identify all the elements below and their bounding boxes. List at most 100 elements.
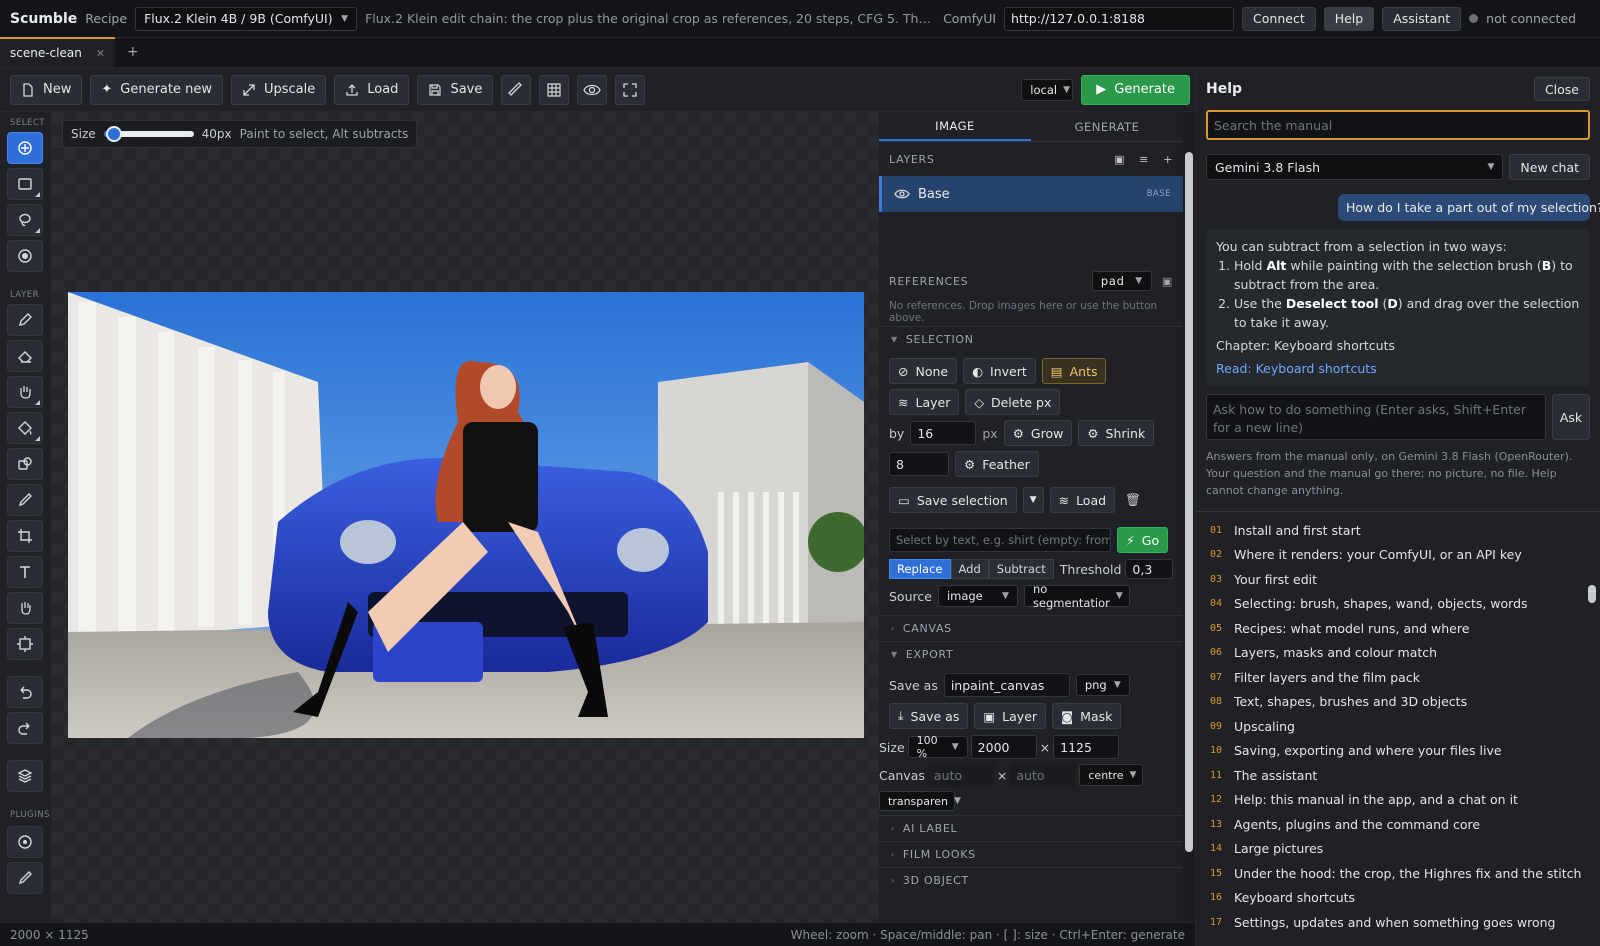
brush-size-slider[interactable] (103, 126, 194, 142)
toc-item[interactable]: 08 Text, shapes, brushes and 3D objects (1196, 690, 1600, 715)
export-mask-button[interactable]: ◙ Mask (1052, 703, 1122, 729)
selection-header[interactable]: ▼ SELECTION (879, 326, 1183, 352)
smudge-tool[interactable] (7, 376, 43, 408)
upscale-button[interactable]: Upscale (230, 74, 327, 105)
film-looks-header[interactable]: › FILM LOOKS (879, 841, 1183, 867)
toc-item[interactable]: 13 Agents, plugins and the command core (1196, 812, 1600, 837)
tab-scene-clean[interactable]: scene-clean ✕ (0, 37, 116, 67)
toc-item[interactable]: 11 The assistant (1196, 763, 1600, 788)
toc-item[interactable]: 17 Settings, updates and when something g… (1196, 910, 1600, 935)
feather-amount-input[interactable]: 8 (889, 452, 949, 476)
mode-add[interactable]: Add (950, 559, 989, 579)
toc-item[interactable]: 03 Your first edit (1196, 567, 1600, 592)
source-select[interactable]: image ▼ (937, 585, 1018, 607)
load-button[interactable]: Load (334, 74, 410, 105)
export-height-input[interactable]: 1125 (1053, 735, 1120, 759)
text-select-input[interactable]: Select by text, e.g. shirt (empty: from … (889, 528, 1111, 552)
toc-item[interactable]: 15 Under the hood: the crop, the Highres … (1196, 861, 1600, 886)
image-icon[interactable]: ▣ (1114, 153, 1125, 166)
grow-button[interactable]: ⚙ Grow (1003, 420, 1073, 446)
ask-input[interactable]: Ask how to do something (Enter asks, Shi… (1206, 394, 1546, 440)
export-save-as-button[interactable]: ⤓ Save as (889, 703, 969, 729)
segmentation-select[interactable]: no segmentatior ▼ (1023, 582, 1130, 610)
toc-item[interactable]: 16 Keyboard shortcuts (1196, 886, 1600, 911)
tab-image[interactable]: IMAGE (879, 112, 1031, 141)
threshold-input[interactable]: 0,3 (1125, 559, 1173, 579)
canvas-area[interactable]: Size 40px Paint to select, Alt subtracts (52, 112, 878, 922)
manual-search-input[interactable]: Search the manual (1206, 110, 1590, 140)
generate-button[interactable]: ▶ Generate (1081, 74, 1190, 105)
read-chapter-link[interactable]: Read: Keyboard shortcuts (1216, 359, 1580, 378)
plugin-one-button[interactable] (7, 826, 43, 858)
toc-item[interactable]: 07 Filter layers and the film pack (1196, 665, 1600, 690)
crop-tool[interactable] (7, 520, 43, 552)
brush-select-tool[interactable] (7, 132, 43, 164)
recipe-select[interactable]: Flux.2 Klein 4B / 9B (ComfyUI) ▼ (135, 6, 358, 31)
redo-button[interactable] (7, 712, 43, 744)
erase-tool[interactable] (7, 340, 43, 372)
mode-replace[interactable]: Replace (889, 559, 951, 579)
target-select[interactable]: local ▼ (1021, 78, 1074, 101)
help-button[interactable]: Help (1323, 6, 1375, 31)
delete-px-button[interactable]: ◇ Delete px (965, 389, 1061, 415)
references-mode-select[interactable]: pad ▼ (1091, 271, 1152, 291)
scale-select[interactable]: 100 % ▼ (907, 734, 968, 760)
pencil-tool[interactable] (7, 484, 43, 516)
help-scrollbar[interactable] (1588, 573, 1598, 933)
preview-button[interactable] (577, 74, 608, 105)
export-header[interactable]: ▼ EXPORT (879, 641, 1183, 667)
toc-item[interactable]: 14 Large pictures (1196, 837, 1600, 862)
save-selection-button[interactable]: ▭ Save selection (889, 487, 1017, 513)
object-select-tool[interactable] (7, 240, 43, 272)
format-select[interactable]: png ▼ (1075, 674, 1130, 696)
sliders-icon[interactable]: ≡ (1139, 153, 1149, 166)
pan-tool[interactable] (7, 592, 43, 624)
canvas-image[interactable] (68, 292, 864, 738)
layer-item-base[interactable]: Base BASE (879, 176, 1183, 212)
eye-icon[interactable] (894, 188, 910, 200)
close-help-button[interactable]: Close (1533, 77, 1590, 101)
toc-item[interactable]: 01 Install and first start (1196, 518, 1600, 543)
ask-button[interactable]: Ask (1552, 394, 1590, 440)
toc-item[interactable]: 02 Where it renders: your ComfyUI, or an … (1196, 543, 1600, 568)
save-button[interactable]: Save (417, 74, 494, 105)
new-button[interactable]: New (10, 74, 83, 105)
layers-button[interactable] (7, 760, 43, 792)
scrollbar-thumb[interactable] (1588, 585, 1596, 603)
undo-button[interactable] (7, 676, 43, 708)
export-layer-button[interactable]: ▣ Layer (974, 703, 1047, 729)
fill-tool[interactable] (7, 412, 43, 444)
image-icon[interactable]: ▣ (1162, 275, 1173, 288)
panel-scrollbar[interactable] (1183, 140, 1195, 900)
select-none-button[interactable]: ⊘ None (889, 358, 958, 384)
ants-toggle[interactable]: ▤ Ants (1041, 358, 1107, 384)
clone-tool[interactable] (7, 448, 43, 480)
background-select[interactable]: transparen ▼ (879, 791, 961, 811)
canvas-width-input[interactable]: auto (927, 763, 994, 787)
text-tool[interactable] (7, 556, 43, 588)
new-chat-button[interactable]: New chat (1509, 154, 1590, 180)
close-icon[interactable]: ✕ (96, 47, 105, 60)
invert-button[interactable]: ◐ Invert (963, 358, 1036, 384)
toc-item[interactable]: 05 Recipes: what model runs, and where (1196, 616, 1600, 641)
rectangle-select-tool[interactable] (7, 168, 43, 200)
plugin-two-button[interactable] (7, 862, 43, 894)
connect-button[interactable]: Connect (1242, 6, 1316, 31)
generate-new-button[interactable]: ✦ Generate new (90, 74, 223, 105)
tab-generate[interactable]: GENERATE (1031, 112, 1183, 141)
toc-item[interactable]: 06 Layers, masks and colour match (1196, 641, 1600, 666)
selection-to-layer-button[interactable]: ≋ Layer (889, 389, 960, 415)
anchor-select[interactable]: centre ▼ (1079, 764, 1144, 786)
lasso-select-tool[interactable] (7, 204, 43, 236)
mode-subtract[interactable]: Subtract (988, 559, 1054, 579)
export-width-input[interactable]: 2000 (970, 735, 1037, 759)
toc-item[interactable]: 04 Selecting: brush, shapes, wand, object… (1196, 592, 1600, 617)
toc-item[interactable]: 12 Help: this manual in the app, and a ch… (1196, 788, 1600, 813)
transform-tool[interactable] (7, 628, 43, 660)
ruler-button[interactable] (501, 74, 532, 105)
slider-knob[interactable] (106, 126, 123, 142)
fullscreen-button[interactable] (615, 74, 646, 105)
scrollbar-thumb[interactable] (1185, 152, 1193, 852)
canvas-height-input[interactable]: auto (1010, 763, 1077, 787)
shrink-button[interactable]: ⚙ Shrink (1078, 420, 1155, 446)
